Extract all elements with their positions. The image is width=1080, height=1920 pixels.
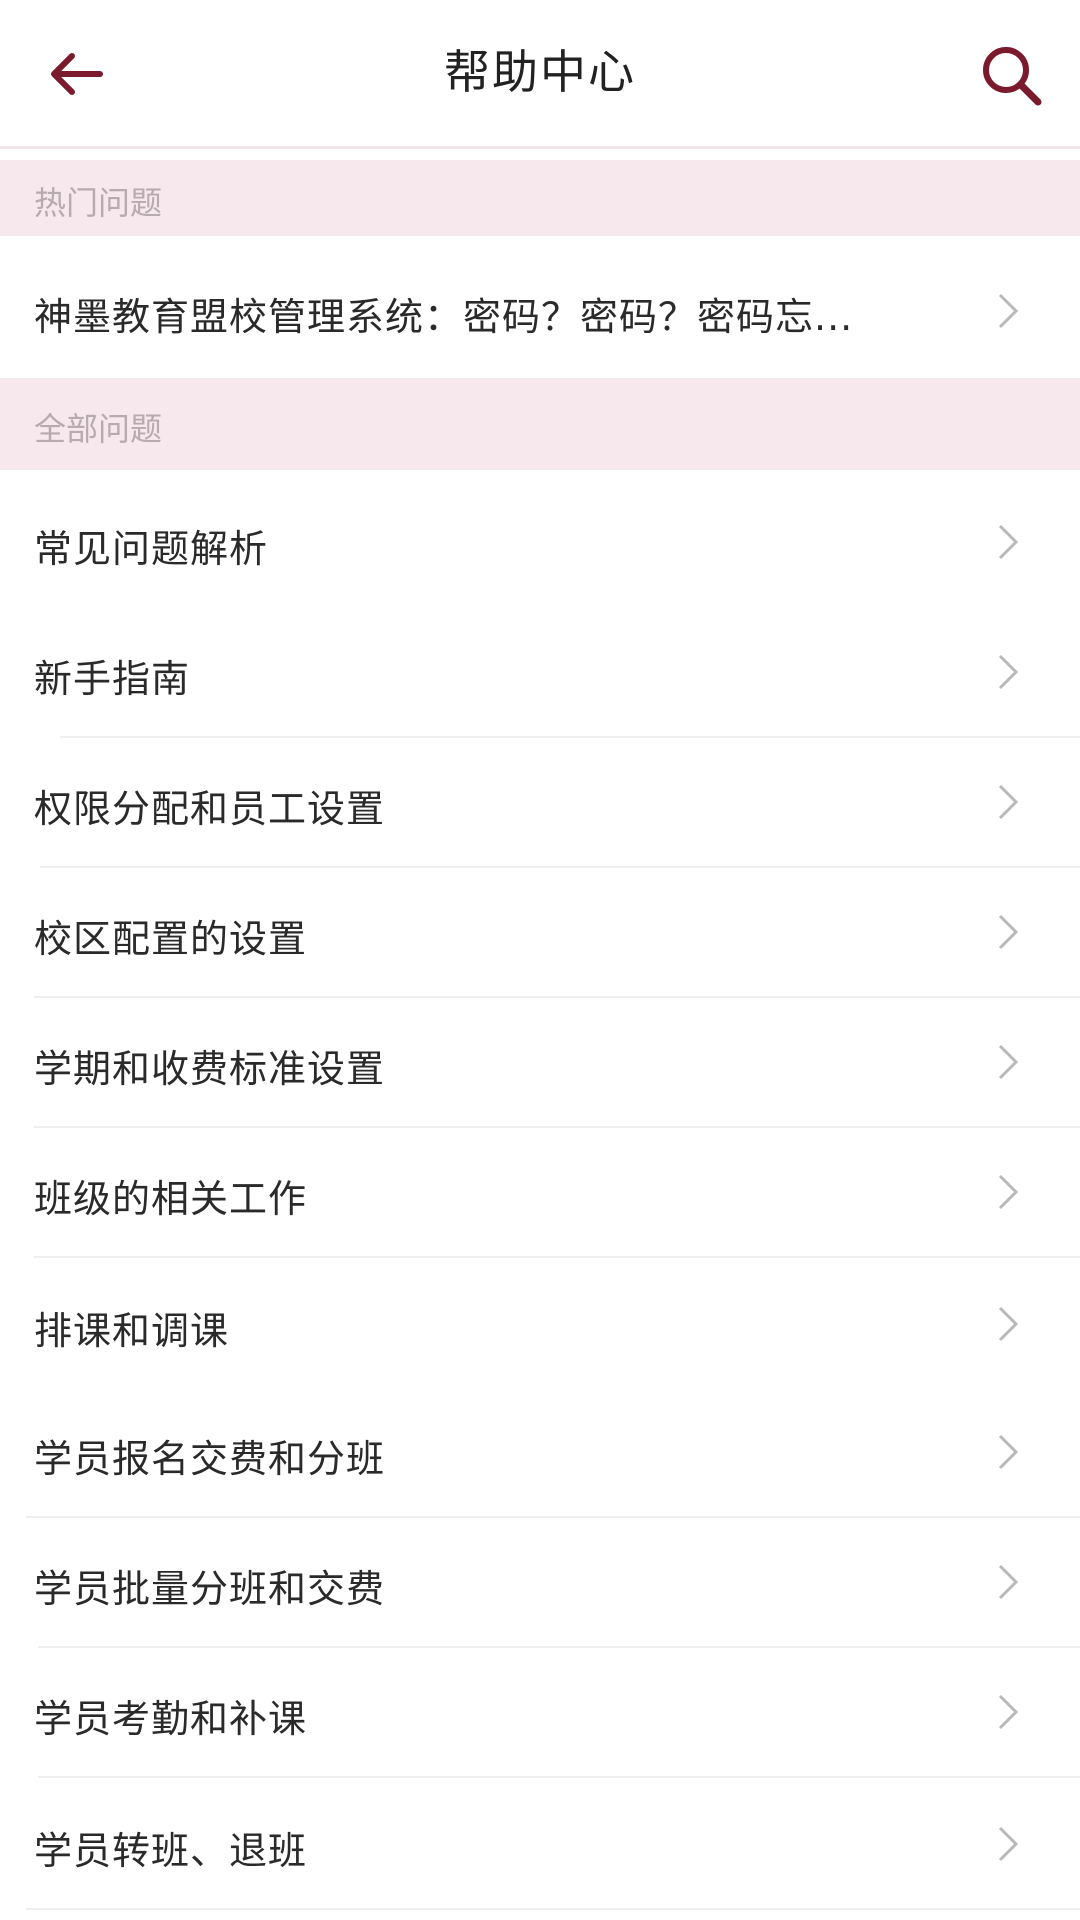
list-item[interactable]: 校区配置的设置 — [0, 868, 1080, 996]
hot-question-label: 神墨教育盟校管理系统：密码？密码？密码忘... — [34, 295, 854, 339]
help-center-page: 帮助中心 热门问题 神墨教育盟校管理系统：密码？密码？密码忘... 全部问题 常… — [0, 0, 1080, 1920]
question-label: 常见问题解析 — [34, 527, 269, 571]
question-label: 学员报名交费和分班 — [34, 1437, 386, 1481]
question-label: 学期和收费标准设置 — [34, 1047, 386, 1091]
question-label: 学员转班、退班 — [34, 1829, 308, 1873]
hot-questions-title: 热门问题 — [34, 184, 163, 222]
all-questions-title: 全部问题 — [34, 410, 163, 448]
chevron-right-icon — [998, 1434, 1019, 1470]
chevron-right-icon — [998, 1306, 1019, 1342]
page-title: 帮助中心 — [444, 45, 636, 99]
hot-questions-header: 热门问题 — [0, 160, 1080, 236]
list-item[interactable]: 学员批量分班和交费 — [0, 1518, 1080, 1646]
chevron-right-icon — [998, 1044, 1019, 1080]
question-label: 新手指南 — [34, 657, 191, 701]
search-icon — [983, 47, 1042, 106]
list-item[interactable]: 新手指南 — [0, 606, 1080, 736]
chevron-right-icon — [998, 1564, 1019, 1600]
question-label: 排课和调课 — [34, 1309, 230, 1353]
chevron-right-icon — [998, 293, 1019, 329]
list-item[interactable]: 学期和收费标准设置 — [0, 998, 1080, 1126]
chevron-right-icon — [998, 654, 1019, 690]
list-item[interactable]: 班级的相关工作 — [0, 1128, 1080, 1256]
chevron-right-icon — [998, 524, 1019, 560]
chevron-right-icon — [998, 1826, 1019, 1862]
list-item[interactable]: 神墨教育盟校管理系统：密码？密码？密码忘... — [0, 246, 1080, 376]
list-item[interactable]: 常见问题解析 — [0, 476, 1080, 606]
chevron-right-icon — [998, 1694, 1019, 1730]
search-button[interactable] — [974, 38, 1048, 112]
question-label: 班级的相关工作 — [34, 1177, 308, 1221]
list-item[interactable]: 排课和调课 — [0, 1258, 1080, 1388]
chevron-right-icon — [998, 914, 1019, 950]
chevron-right-icon — [998, 1174, 1019, 1210]
top-bar: 帮助中心 — [0, 0, 1080, 149]
list-item[interactable]: 权限分配和员工设置 — [0, 738, 1080, 866]
question-label: 权限分配和员工设置 — [34, 787, 386, 831]
question-label: 学员考勤和补课 — [34, 1697, 308, 1741]
row-divider — [26, 1908, 1080, 1910]
list-item[interactable]: 学员报名交费和分班 — [0, 1388, 1080, 1516]
question-label: 学员批量分班和交费 — [34, 1567, 386, 1611]
chevron-right-icon — [998, 784, 1019, 820]
question-label: 校区配置的设置 — [34, 917, 308, 961]
list-item[interactable]: 学员转班、退班 — [0, 1778, 1080, 1908]
all-questions-header: 全部问题 — [0, 378, 1080, 470]
list-item[interactable]: 学员考勤和补课 — [0, 1648, 1080, 1776]
